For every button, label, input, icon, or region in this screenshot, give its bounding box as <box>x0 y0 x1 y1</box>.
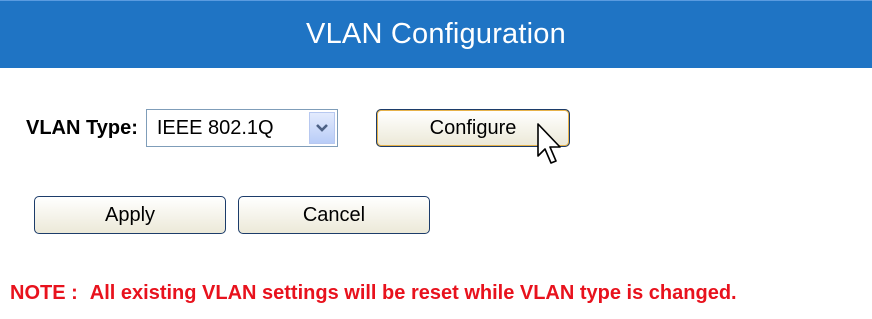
page-title: VLAN Configuration <box>0 0 872 68</box>
chevron-down-icon[interactable] <box>308 112 335 144</box>
note-text: All existing VLAN settings will be reset… <box>89 282 737 304</box>
note-prefix: NOTE : <box>10 282 78 304</box>
vlan-type-selected-value: IEEE 802.1Q <box>156 116 274 139</box>
cancel-button[interactable]: Cancel <box>238 196 430 234</box>
apply-button[interactable]: Apply <box>34 196 226 234</box>
vlan-config-page: VLAN Configuration VLAN Type: IEEE 802.1… <box>0 0 872 319</box>
vlan-type-select[interactable]: IEEE 802.1Q <box>145 109 338 147</box>
note-message: NOTE : All existing VLAN settings will be… <box>10 282 737 305</box>
vlan-type-label: VLAN Type: <box>26 116 138 139</box>
vlan-type-row: VLAN Type: IEEE 802.1Q <box>26 108 338 148</box>
mouse-pointer-icon <box>537 123 561 164</box>
